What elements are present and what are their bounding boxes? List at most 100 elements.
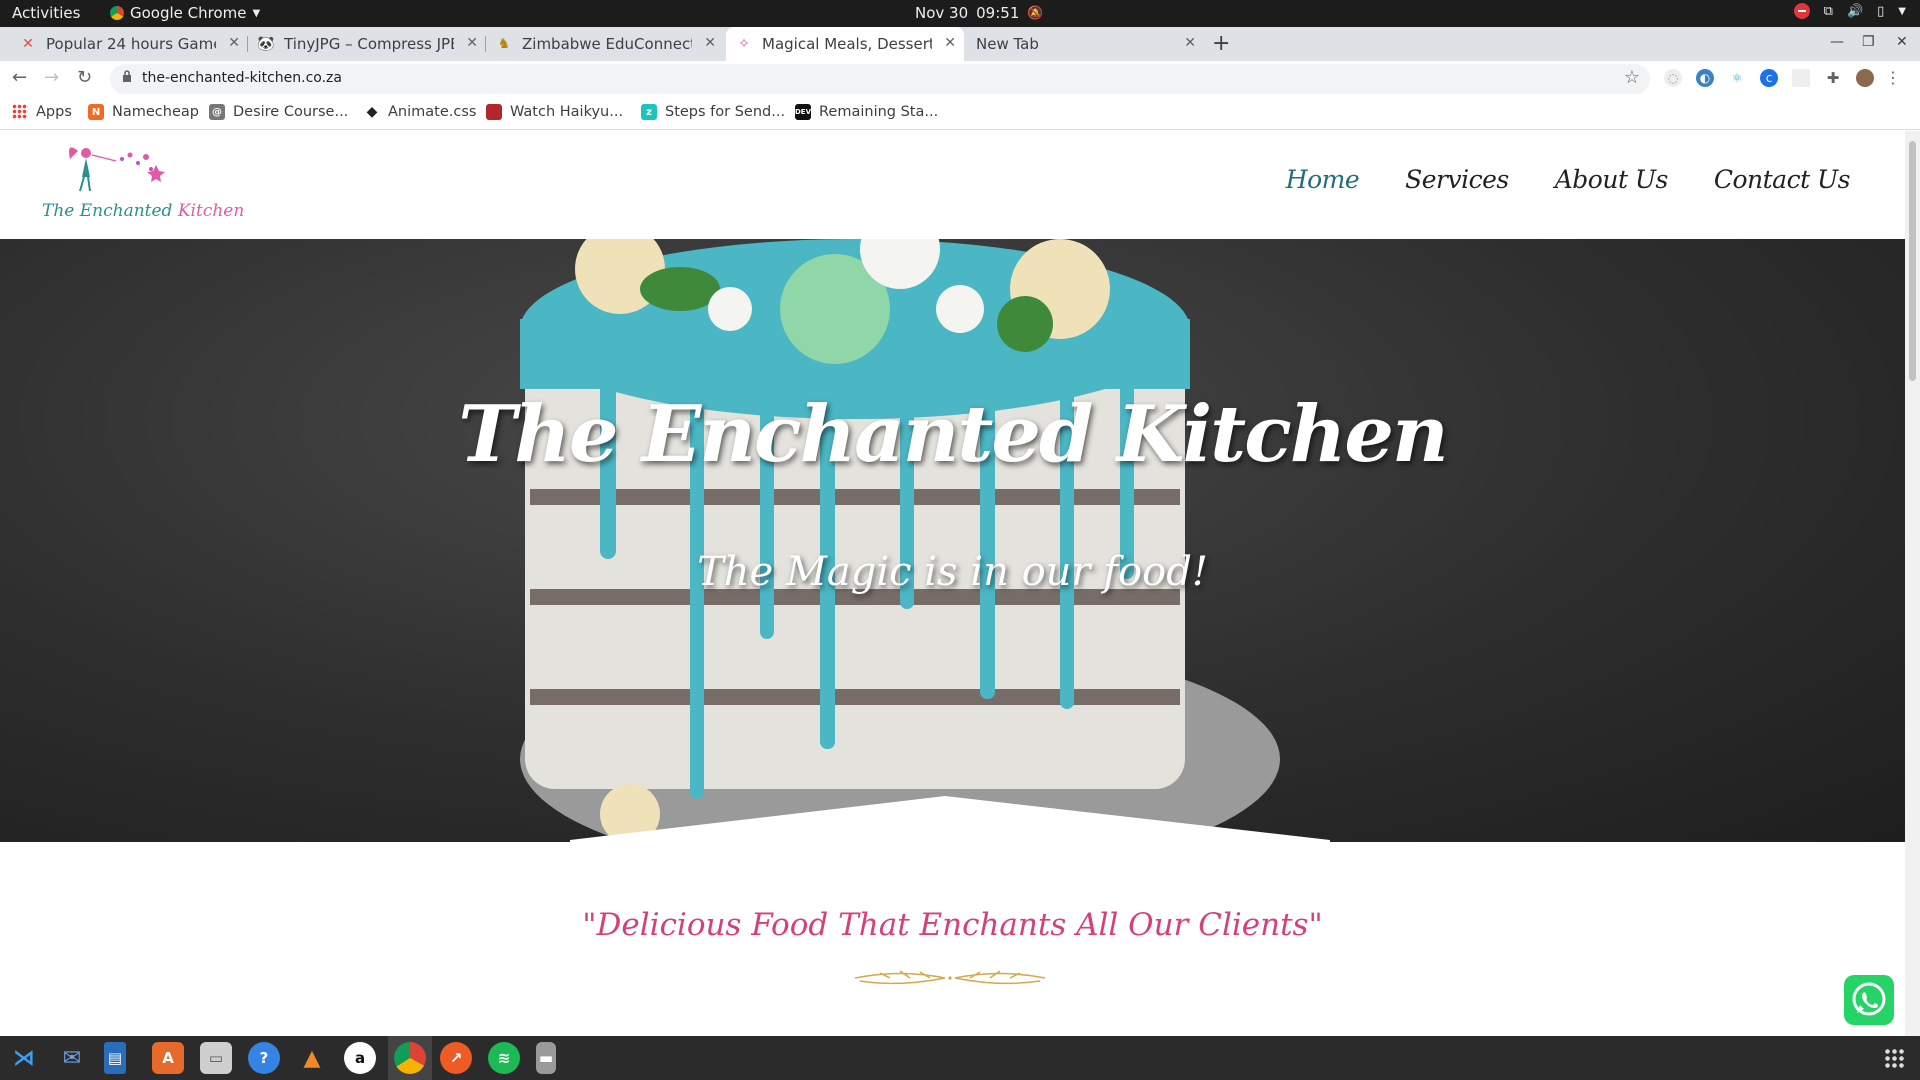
bookmarks-bar: Apps N Namecheap @ Desire Course... ◆ An… (0, 97, 1920, 130)
close-icon[interactable]: ✕ (1184, 35, 1196, 51)
logo-text-primary: The Enchanted (42, 201, 173, 221)
back-button[interactable]: ← (12, 67, 27, 88)
bookmark-desire[interactable]: @ Desire Course... (209, 104, 348, 120)
extension-icon-1[interactable]: ◌ (1664, 69, 1682, 87)
maximize-button[interactable]: ❐ (1862, 34, 1875, 50)
help-icon[interactable]: ? (248, 1042, 280, 1074)
taskbar-dock: ⋊ ✉ ▤ A ▭ ? ▲ a ↗ ≋ ▬ (0, 1036, 1920, 1080)
haikyu-icon (486, 104, 502, 120)
window-close-button[interactable]: ✕ (1896, 34, 1908, 50)
bookmark-animate[interactable]: ◆ Animate.css (364, 104, 477, 120)
main-nav: Home Services About Us Contact Us (1286, 165, 1851, 194)
hero-title: The Enchanted Kitchen (458, 389, 1449, 480)
profile-avatar[interactable] (1856, 69, 1874, 87)
show-applications-icon[interactable] (1884, 1048, 1904, 1068)
minimize-button[interactable]: — (1830, 34, 1844, 50)
address-bar[interactable]: the-enchanted-kitchen.co.za ☆ (110, 64, 1650, 94)
nav-contact-us[interactable]: Contact Us (1714, 165, 1851, 194)
tab-tinyjpg[interactable]: 🐼 TinyJPG – Compress JPEG ✕ (248, 27, 486, 61)
bookmark-dev[interactable]: DEV Remaining Sta... (795, 104, 938, 120)
tab-new-tab[interactable]: New Tab ✕ (966, 27, 1204, 61)
whatsapp-icon (1852, 982, 1886, 1016)
fairy-icon: ✧ (738, 36, 750, 52)
close-icon[interactable]: ✕ (466, 35, 478, 51)
forward-button[interactable]: → (44, 67, 59, 88)
hero-subtitle: The Magic is in our food! (697, 549, 1208, 595)
postman-icon[interactable]: ↗ (440, 1042, 472, 1074)
thunderbird-icon[interactable]: ✉ (56, 1042, 88, 1074)
hero-bottom-divider (570, 796, 1330, 842)
chrome-icon (110, 6, 124, 20)
namecheap-icon: N (88, 104, 104, 120)
bookmark-star-icon[interactable]: ☆ (1624, 67, 1640, 88)
vscode-icon[interactable]: ⋊ (8, 1042, 40, 1074)
bookmark-haikyu[interactable]: Watch Haikyu... (486, 104, 623, 120)
close-icon[interactable]: ✕ (944, 35, 956, 51)
drive-icon[interactable]: ▬ (536, 1042, 556, 1074)
fairy-logo-icon (69, 147, 165, 192)
logo-text-secondary: Kitchen (177, 201, 245, 221)
volume-icon: 🔊 (1846, 3, 1864, 19)
whatsapp-button[interactable] (1844, 975, 1894, 1025)
software-center-icon[interactable]: A (152, 1042, 184, 1074)
app-name: Google Chrome (130, 4, 247, 22)
page-scrollbar[interactable] (1905, 131, 1920, 1036)
reload-button[interactable]: ↻ (77, 67, 92, 88)
x-icon: ✕ (22, 36, 34, 52)
battery-icon: ▯ (1877, 3, 1885, 19)
apps-grid-icon (12, 104, 28, 120)
tab-game[interactable]: ✕ Popular 24 hours Game To ✕ (10, 27, 248, 61)
react-devtools-icon[interactable]: ⚛ (1728, 69, 1746, 87)
extension-icon-5[interactable] (1792, 69, 1810, 87)
libreoffice-writer-icon[interactable]: ▤ (104, 1042, 126, 1074)
scrollbar-thumb[interactable] (1909, 141, 1916, 381)
new-tab-button[interactable]: + (1212, 31, 1230, 56)
toolbar: ← → ↻ the-enchanted-kitchen.co.za ☆ ◌ ◐ … (0, 61, 1920, 97)
bookmark-apps[interactable]: Apps (12, 104, 72, 120)
nav-about-us[interactable]: About Us (1555, 165, 1669, 194)
spotify-icon[interactable]: ≋ (488, 1042, 520, 1074)
amazon-icon[interactable]: a (344, 1042, 376, 1074)
extension-icon-2[interactable]: ◐ (1696, 69, 1714, 87)
tab-enchanted-kitchen[interactable]: ✧ Magical Meals, Desserts & ✕ (726, 27, 964, 61)
chrome-dock-icon[interactable] (394, 1042, 426, 1074)
caret-down-icon: ▼ (1898, 5, 1906, 17)
time: 09:51 (976, 4, 1020, 22)
steps-icon: z (641, 104, 657, 120)
close-icon[interactable]: ✕ (704, 35, 716, 51)
activities-button[interactable]: Activities (12, 4, 80, 22)
tab-educonnect[interactable]: ♞ Zimbabwe EduConnect - / ✕ (486, 27, 724, 61)
app-menu[interactable]: Google Chrome ▼ (110, 4, 260, 22)
web-page: The Enchanted Kitchen Home Services Abou… (0, 131, 1905, 1036)
system-tray[interactable]: ⧉ 🔊 ▯ ▼ (1793, 3, 1906, 19)
dev-icon: DEV (795, 104, 811, 120)
animate-icon: ◆ (366, 104, 378, 120)
site-header: The Enchanted Kitchen Home Services Abou… (0, 131, 1905, 239)
hero-banner: The Enchanted Kitchen The Magic is in ou… (0, 239, 1905, 842)
nav-home[interactable]: Home (1286, 165, 1360, 194)
date: Nov 30 (915, 4, 969, 22)
bookmark-steps[interactable]: z Steps for Send... (641, 104, 785, 120)
bookmark-namecheap[interactable]: N Namecheap (88, 104, 199, 120)
close-icon[interactable]: ✕ (228, 35, 240, 51)
nav-services[interactable]: Services (1405, 165, 1509, 194)
clock[interactable]: Nov 30 09:51 🔕 (915, 4, 1044, 22)
notifications-muted-icon: 🔕 (1027, 5, 1044, 21)
site-logo[interactable]: The Enchanted Kitchen (36, 141, 246, 231)
files-icon[interactable]: ▭ (200, 1042, 232, 1074)
do-not-disturb-icon[interactable] (1793, 3, 1810, 19)
extension-icon-4[interactable]: c (1760, 69, 1778, 87)
lock-icon (123, 70, 131, 82)
caret-down-icon: ▼ (252, 7, 261, 19)
chrome-menu-icon[interactable]: ⋮ (1884, 69, 1902, 87)
tagline: "Delicious Food That Enchants All Our Cl… (582, 907, 1323, 943)
vlc-icon[interactable]: ▲ (296, 1042, 328, 1074)
hero-cake-image (520, 239, 1280, 842)
panda-icon: 🐼 (257, 36, 275, 52)
zimbabwe-bird-icon: ♞ (497, 36, 511, 52)
system-top-bar: Activities Google Chrome ▼ Nov 30 09:51 … (0, 0, 1920, 27)
desire-icon: @ (209, 104, 225, 120)
extensions-puzzle-icon[interactable]: ✚ (1824, 69, 1842, 87)
url-text: the-enchanted-kitchen.co.za (142, 70, 342, 86)
gold-flourish-divider-icon (854, 970, 1046, 985)
